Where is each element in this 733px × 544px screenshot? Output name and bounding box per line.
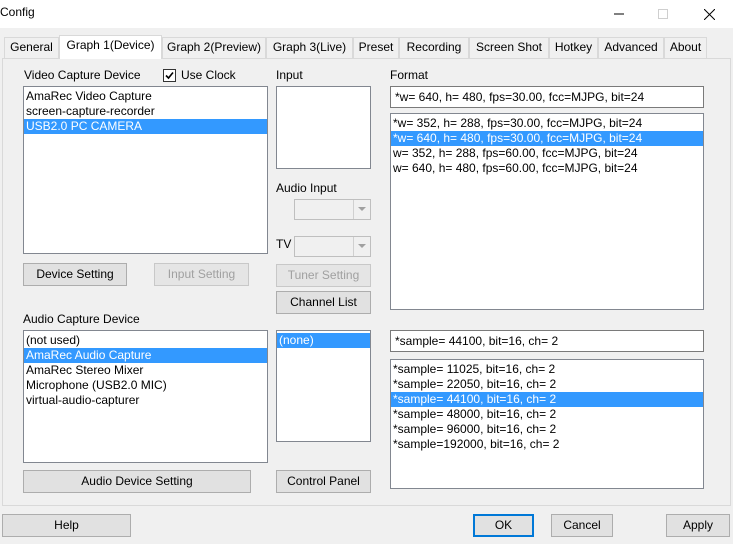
chevron-down-icon xyxy=(353,200,370,219)
audio-capture-device-label: Audio Capture Device xyxy=(23,312,140,326)
help-button[interactable]: Help xyxy=(2,514,131,537)
list-item[interactable]: screen-capture-recorder xyxy=(24,104,267,119)
list-item[interactable]: *sample= 44100, bit=16, ch= 2 xyxy=(391,392,703,407)
current-format-field[interactable]: *w= 640, h= 480, fps=30.00, fcc=MJPG, bi… xyxy=(390,86,704,108)
audio-format-list[interactable]: *sample= 11025, bit=16, ch= 2 *sample= 2… xyxy=(390,359,704,489)
checkmark-icon xyxy=(165,71,174,80)
maximize-button[interactable] xyxy=(640,0,686,28)
audio-device-setting-button[interactable]: Audio Device Setting xyxy=(23,470,251,493)
list-item[interactable]: (not used) xyxy=(24,333,267,348)
list-item[interactable]: virtual-audio-capturer xyxy=(24,393,267,408)
list-item[interactable]: w= 640, h= 480, fps=60.00, fcc=MJPG, bit… xyxy=(391,161,703,176)
close-icon xyxy=(703,8,715,20)
list-item[interactable]: *w= 640, h= 480, fps=30.00, fcc=MJPG, bi… xyxy=(391,131,703,146)
close-button[interactable] xyxy=(686,0,732,28)
list-item[interactable]: *sample= 22050, bit=16, ch= 2 xyxy=(391,377,703,392)
tab-recording[interactable]: Recording xyxy=(399,37,469,58)
video-device-list[interactable]: AmaRec Video Capture screen-capture-reco… xyxy=(23,86,268,254)
input-list[interactable] xyxy=(276,86,371,169)
list-item[interactable]: *sample= 96000, bit=16, ch= 2 xyxy=(391,422,703,437)
channel-list-button[interactable]: Channel List xyxy=(276,291,371,314)
format-label: Format xyxy=(390,68,429,82)
audio-input-select[interactable] xyxy=(294,199,371,220)
tab-about[interactable]: About xyxy=(664,37,707,58)
config-window: Config General Graph 1(Device) Graph 2(P… xyxy=(0,0,733,544)
audio-input-list[interactable]: (none) xyxy=(276,330,371,442)
tab-graph1-device[interactable]: Graph 1(Device) xyxy=(59,35,162,59)
tab-graph3-live[interactable]: Graph 3(Live) xyxy=(266,37,353,58)
window-title: Config xyxy=(0,5,35,19)
format-list[interactable]: *w= 352, h= 288, fps=30.00, fcc=MJPG, bi… xyxy=(390,113,704,310)
tab-screen-shot[interactable]: Screen Shot xyxy=(469,37,549,58)
tab-general[interactable]: General xyxy=(4,37,59,58)
tv-label: TV xyxy=(276,237,292,251)
use-clock-label: Use Clock xyxy=(181,68,236,82)
list-item[interactable]: USB2.0 PC CAMERA xyxy=(24,119,267,134)
list-item[interactable]: *sample= 11025, bit=16, ch= 2 xyxy=(391,362,703,377)
list-item[interactable]: AmaRec Audio Capture xyxy=(24,348,267,363)
tv-select[interactable] xyxy=(294,236,371,257)
apply-button[interactable]: Apply xyxy=(666,514,730,537)
tab-advanced[interactable]: Advanced xyxy=(598,37,664,58)
chevron-down-icon xyxy=(353,237,370,256)
input-setting-button[interactable]: Input Setting xyxy=(154,263,249,286)
list-item[interactable]: Microphone (USB2.0 MIC) xyxy=(24,378,267,393)
list-item[interactable]: (none) xyxy=(277,333,370,348)
tab-hotkey[interactable]: Hotkey xyxy=(549,37,598,58)
list-item[interactable]: AmaRec Stereo Mixer xyxy=(24,363,267,378)
list-item[interactable]: *sample=192000, bit=16, ch= 2 xyxy=(391,437,703,452)
list-item[interactable]: *w= 352, h= 288, fps=30.00, fcc=MJPG, bi… xyxy=(391,116,703,131)
tab-graph2-preview[interactable]: Graph 2(Preview) xyxy=(162,37,266,58)
ok-button[interactable]: OK xyxy=(473,514,534,537)
tuner-setting-button[interactable]: Tuner Setting xyxy=(276,264,371,287)
list-item[interactable]: w= 352, h= 288, fps=60.00, fcc=MJPG, bit… xyxy=(391,146,703,161)
minimize-icon xyxy=(614,13,624,15)
current-audio-format-field[interactable]: *sample= 44100, bit=16, ch= 2 xyxy=(390,330,704,352)
maximize-icon xyxy=(658,9,668,19)
list-item[interactable]: *sample= 48000, bit=16, ch= 2 xyxy=(391,407,703,422)
list-item[interactable]: AmaRec Video Capture xyxy=(24,89,267,104)
cancel-button[interactable]: Cancel xyxy=(551,514,613,537)
use-clock-checkbox[interactable] xyxy=(163,69,176,82)
control-panel-button[interactable]: Control Panel xyxy=(276,470,371,493)
tab-preset[interactable]: Preset xyxy=(353,37,399,58)
audio-input-label: Audio Input xyxy=(276,181,337,195)
title-bar[interactable]: Config xyxy=(0,0,733,28)
input-label: Input xyxy=(276,68,303,82)
device-setting-button[interactable]: Device Setting xyxy=(23,263,127,286)
audio-device-list[interactable]: (not used) AmaRec Audio Capture AmaRec S… xyxy=(23,330,268,463)
video-capture-device-label: Video Capture Device xyxy=(24,68,141,82)
minimize-button[interactable] xyxy=(596,0,642,28)
